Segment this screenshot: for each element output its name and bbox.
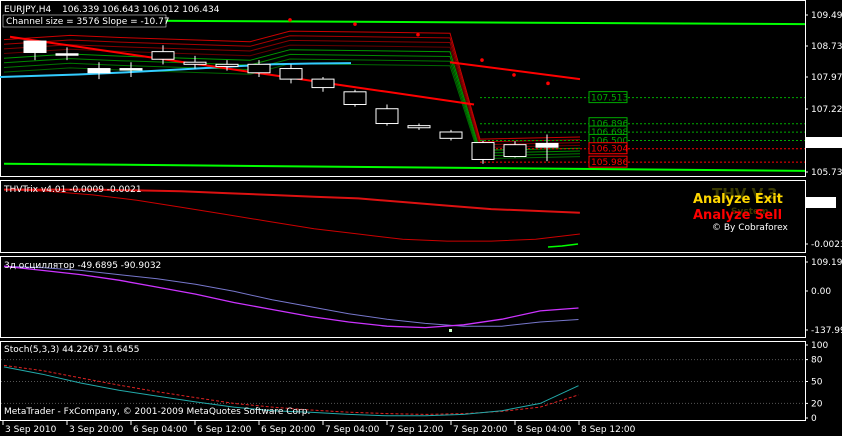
fractal-dot (546, 81, 550, 86)
candle-body (407, 125, 431, 129)
thv-panel-title: THVTrix v4.01 -0.0009 -0.0021 (3, 185, 142, 195)
price-tick-label: 108.730 (811, 42, 842, 52)
candle-body (119, 68, 143, 71)
time-tick-label: 3 Sep 2010 (5, 425, 57, 435)
fractal-dot (512, 73, 516, 77)
candle-body (55, 53, 79, 56)
level-tag: 107.513 (588, 91, 628, 104)
stoch-tick-label: 100 (811, 341, 828, 351)
chart-canvas: 107.513106.896106.698106.500106.304105.9… (0, 0, 842, 435)
level-tag-text: 107.513 (591, 94, 628, 104)
thv-tick-label: -0.0023 (811, 240, 842, 250)
osc-fast-line (3, 265, 579, 329)
level-tag: 105.986 (588, 155, 628, 168)
candle-body (471, 142, 495, 160)
time-tick-label: 6 Sep 20:00 (261, 425, 316, 435)
current-price-label: 106.434 (808, 139, 842, 149)
fractal-dot (416, 32, 420, 37)
time-tick-label: 3 Sep 20:00 (69, 425, 124, 435)
candle-body (247, 63, 271, 74)
stoch-tick-label: 0 (811, 414, 817, 424)
candle-body (215, 63, 239, 67)
candle-body (535, 142, 559, 148)
time-tick-label: 7 Sep 20:00 (453, 425, 508, 435)
level-tag: 106.304 (588, 142, 628, 155)
channel-info-text: Channel size = 3576 Slope = -10.77 (6, 17, 170, 27)
osc-panel-title: 3д осциллятор -49.6895 -90.9032 (4, 261, 161, 271)
ohlc-readout: 106.339 106.643 106.012 106.434 (62, 5, 220, 15)
osc-tick-label: -137.990 (811, 326, 842, 336)
thv-green-tail (547, 243, 579, 248)
candle-body (183, 61, 207, 65)
candle-body (503, 144, 527, 158)
candle-body (87, 68, 111, 74)
time-tick-label: 7 Sep 04:00 (325, 425, 380, 435)
thv-signal-line (3, 189, 580, 242)
osc-tick-label: 0.00 (811, 287, 831, 297)
ma-fan-line (3, 35, 581, 143)
candle-body (151, 51, 175, 60)
price-axes: 109.490 108.730 107.970 107.220 106.434 105.7… (805, 11, 842, 424)
symbol-title: EURJPY,H4 (4, 5, 52, 15)
analyze-sell-label: Analyze Sell (693, 208, 782, 223)
osc-slow-line (3, 265, 579, 327)
level-tag-text: 106.304 (591, 145, 628, 155)
osc-tick-label: 109.191 (811, 258, 842, 268)
credit-label: © By Cobraforex (712, 223, 788, 233)
ma-fan-line (3, 39, 581, 146)
fractal-dot (288, 18, 292, 22)
stoch-tick-label: 20 (811, 399, 823, 409)
copyright-text: MetaTrader - FxCompany, © 2001-2009 Meta… (4, 407, 310, 417)
fractal-dot (353, 22, 357, 26)
ma-fan-line (3, 30, 581, 140)
time-tick-label: 6 Sep 04:00 (133, 425, 188, 435)
time-tick-label: 8 Sep 04:00 (517, 425, 572, 435)
osc-marker (449, 329, 452, 332)
candle-body (439, 131, 463, 139)
candle-body (311, 78, 335, 89)
candle-body (375, 108, 399, 125)
stoch-panel-title: Stoch(5,3,3) 44.2267 31.6455 (4, 345, 139, 355)
price-tick-label: 105.730 (811, 168, 842, 178)
time-tick-label: 8 Sep 12:00 (581, 425, 636, 435)
time-axis: 3 Sep 2010 3 Sep 20:00 6 Sep 04:00 6 Sep 12… (2, 421, 636, 435)
osc-plot (3, 265, 579, 332)
time-tick-label: 7 Sep 12:00 (389, 425, 444, 435)
price-tick-label: 109.490 (811, 11, 842, 21)
price-tick-label: 107.970 (811, 73, 842, 83)
thv-current-label: 0.000 (808, 199, 834, 209)
stoch-tick-label: 50 (811, 378, 823, 388)
fractal-dot (480, 58, 484, 62)
candle-body (343, 91, 367, 105)
stoch-tick-label: 80 (811, 356, 823, 366)
upper-trend-line (449, 61, 581, 81)
level-tag-text: 105.986 (591, 158, 628, 168)
candle-body (23, 40, 47, 53)
thv-plot (3, 188, 580, 248)
price-tick-label: 107.220 (811, 105, 842, 115)
candle-body (279, 68, 303, 80)
lower-envelope-line (3, 162, 806, 172)
main-plot: 107.513106.896106.698106.500106.304105.9… (0, 18, 806, 172)
analyze-exit-label: Analyze Exit (693, 192, 783, 207)
time-tick-label: 6 Sep 12:00 (197, 425, 252, 435)
